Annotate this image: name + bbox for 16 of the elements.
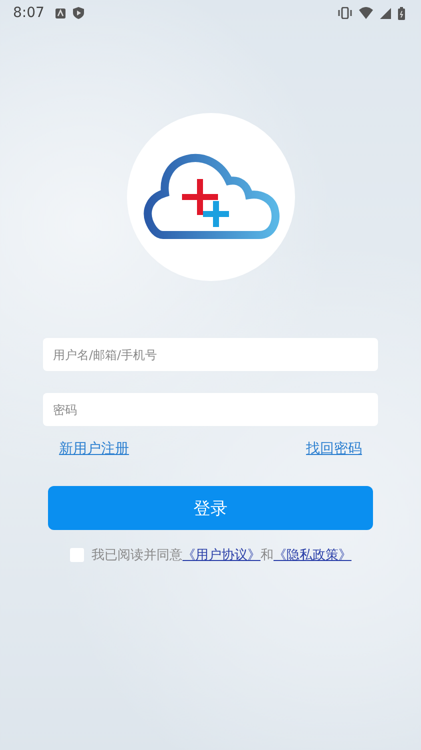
- vibrate-icon: [338, 7, 352, 19]
- status-time: 8:07: [13, 5, 44, 21]
- signal-icon: [380, 8, 391, 18]
- privacy-policy-link[interactable]: 《隐私政策》: [274, 548, 352, 563]
- battery-icon: [398, 6, 405, 20]
- register-link[interactable]: 新用户注册: [59, 440, 129, 458]
- notification-icon: [55, 8, 66, 18]
- agreement-text: 我已阅读并同意《用户协议》和《隐私政策》: [92, 547, 352, 564]
- login-button[interactable]: 登录: [48, 486, 373, 530]
- wifi-icon: [359, 7, 373, 19]
- user-agreement-link[interactable]: 《用户协议》: [182, 548, 260, 563]
- agreement-checkbox[interactable]: [70, 548, 84, 562]
- recover-password-link[interactable]: 找回密码: [306, 440, 362, 458]
- username-field[interactable]: 用户名/邮箱/手机号: [43, 338, 378, 371]
- password-field[interactable]: 密码: [43, 393, 378, 426]
- shield-icon: [73, 7, 84, 19]
